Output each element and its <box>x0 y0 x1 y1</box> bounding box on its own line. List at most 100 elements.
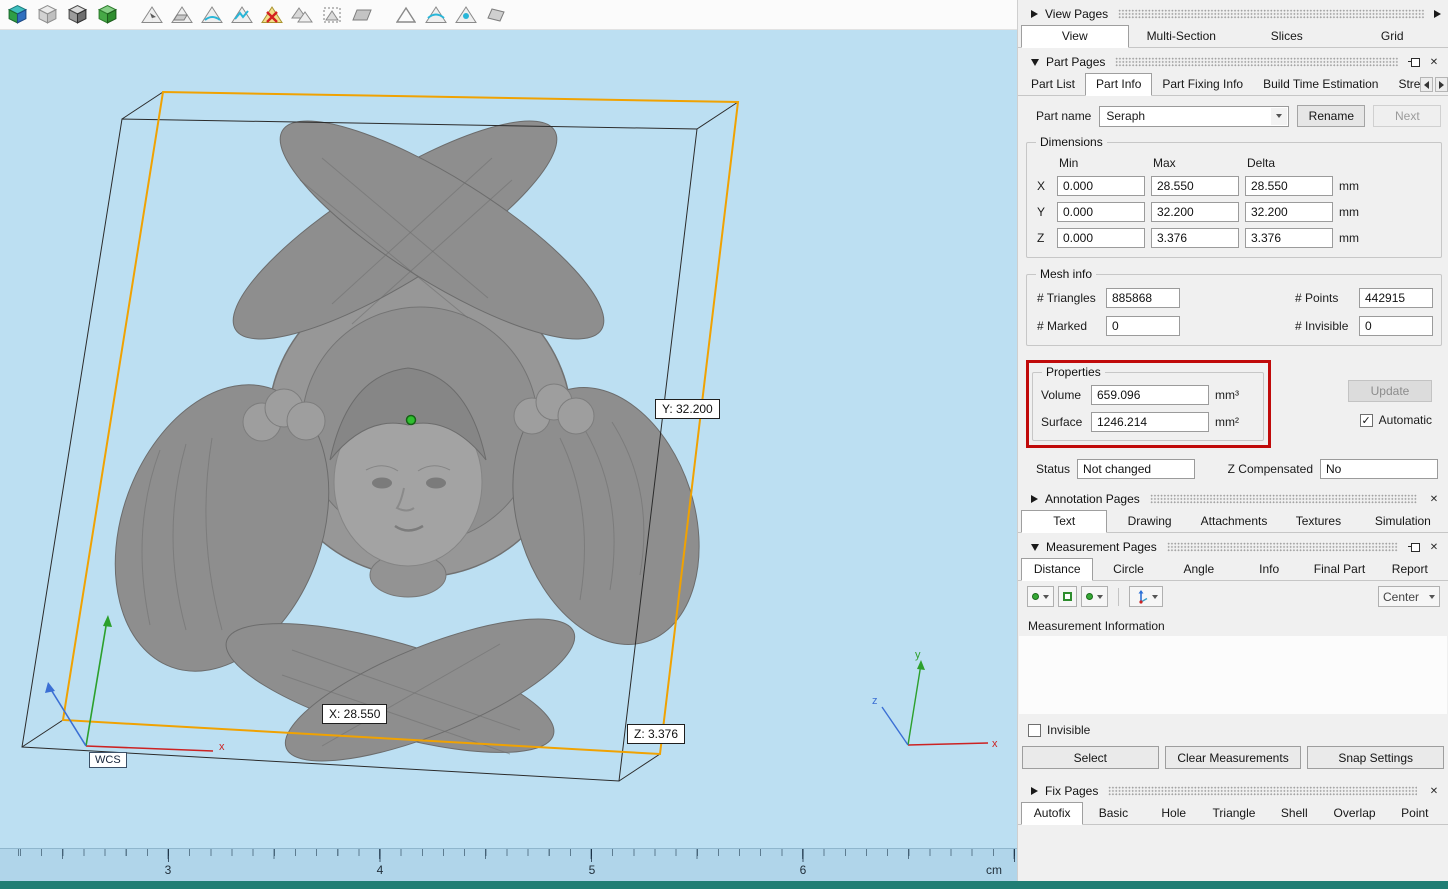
close-icon[interactable] <box>1427 55 1441 69</box>
tab-part-fixing-info[interactable]: Part Fixing Info <box>1152 74 1253 95</box>
second-point-dropdown[interactable] <box>1081 586 1108 607</box>
tab-attachments[interactable]: Attachments <box>1192 511 1276 532</box>
triangles-field[interactable] <box>1106 288 1180 308</box>
tab-grid[interactable]: Grid <box>1340 26 1446 47</box>
tab-slices[interactable]: Slices <box>1234 26 1340 47</box>
chevron-down-icon <box>1429 594 1435 599</box>
unmark-all-icon[interactable] <box>259 2 284 27</box>
part-name-combobox[interactable]: Seraph <box>1099 105 1290 127</box>
z-min-field[interactable] <box>1057 228 1145 248</box>
tab-scroll-left-icon[interactable] <box>1420 77 1434 92</box>
close-icon[interactable] <box>1427 540 1441 554</box>
marked-field[interactable] <box>1106 316 1180 336</box>
tab-report[interactable]: Report <box>1375 559 1445 580</box>
status-field[interactable] <box>1077 459 1196 479</box>
update-button[interactable]: Update <box>1348 380 1432 402</box>
annotation-pages-header[interactable]: Annotation Pages <box>1018 488 1448 510</box>
z-compensated-field[interactable] <box>1320 459 1438 479</box>
close-icon[interactable] <box>1427 784 1441 798</box>
invisible-field[interactable] <box>1359 316 1433 336</box>
snap-settings-button[interactable]: Snap Settings <box>1307 746 1445 769</box>
fix-pages-header[interactable]: Fix Pages <box>1018 780 1448 802</box>
tab-circle[interactable]: Circle <box>1093 559 1163 580</box>
tab-info[interactable]: Info <box>1234 559 1304 580</box>
invisible-checkbox[interactable] <box>1028 723 1041 737</box>
tab-shell[interactable]: Shell <box>1264 803 1324 824</box>
rename-button[interactable]: Rename <box>1297 105 1366 127</box>
plane-flag-icon[interactable] <box>483 2 508 27</box>
drag-grip[interactable] <box>1115 57 1398 67</box>
tab-textures[interactable]: Textures <box>1276 511 1360 532</box>
mark-surface-icon[interactable] <box>199 2 224 27</box>
tab-scroll-right-icon[interactable] <box>1435 77 1448 92</box>
cube-section-icon[interactable] <box>65 2 90 27</box>
tab-view[interactable]: View <box>1021 25 1129 48</box>
drag-grip[interactable] <box>1166 542 1398 552</box>
drag-grip[interactable] <box>1108 786 1417 796</box>
points-field[interactable] <box>1359 288 1433 308</box>
viewport-canvas[interactable]: x x y z <box>0 30 1017 848</box>
tab-stre[interactable]: Stre <box>1388 74 1420 95</box>
3d-viewport[interactable]: x x y z Y: 32.200 X: 28.550 Z: 3.376 WCS <box>0 30 1017 848</box>
volume-field[interactable] <box>1091 385 1209 405</box>
tab-basic[interactable]: Basic <box>1083 803 1143 824</box>
tab-angle[interactable]: Angle <box>1164 559 1234 580</box>
close-icon[interactable] <box>1427 492 1441 506</box>
plane-solid-icon[interactable] <box>349 2 374 27</box>
tab-part-list[interactable]: Part List <box>1021 74 1085 95</box>
tab-simulation[interactable]: Simulation <box>1361 511 1445 532</box>
y-delta-field[interactable] <box>1245 202 1333 222</box>
tab-point[interactable]: Point <box>1385 803 1445 824</box>
mark-plane-icon[interactable] <box>169 2 194 27</box>
tab-text[interactable]: Text <box>1021 510 1108 533</box>
tab-build-time-estimation[interactable]: Build Time Estimation <box>1253 74 1388 95</box>
new-triangle-icon[interactable] <box>393 2 418 27</box>
tab-hole[interactable]: Hole <box>1144 803 1204 824</box>
drag-grip[interactable] <box>1118 9 1424 19</box>
x-delta-field[interactable] <box>1245 176 1333 196</box>
combo-arrow-area[interactable] <box>1271 107 1288 125</box>
view-pages-header[interactable]: View Pages <box>1018 3 1448 25</box>
tab-triangle[interactable]: Triangle <box>1204 803 1264 824</box>
drag-grip[interactable] <box>1149 494 1417 504</box>
cube-solid-green-icon[interactable] <box>95 2 120 27</box>
y-max-field[interactable] <box>1151 202 1239 222</box>
mark-shell-icon[interactable] <box>289 2 314 27</box>
z-delta-field[interactable] <box>1245 228 1333 248</box>
tab-drawing[interactable]: Drawing <box>1107 511 1191 532</box>
measurement-pages-header[interactable]: Measurement Pages <box>1018 536 1448 558</box>
pin-icon[interactable] <box>1408 56 1420 68</box>
tab-autofix[interactable]: Autofix <box>1021 802 1084 825</box>
triangle-edge-icon[interactable] <box>423 2 448 27</box>
surface-field[interactable] <box>1091 412 1209 432</box>
axis-label-y: Y <box>1037 205 1046 219</box>
z-max-field[interactable] <box>1151 228 1239 248</box>
pin-icon[interactable] <box>1408 541 1420 553</box>
x-min-field[interactable] <box>1057 176 1145 196</box>
select-button[interactable]: Select <box>1022 746 1159 769</box>
x-max-field[interactable] <box>1151 176 1239 196</box>
clear-measurements-button[interactable]: Clear Measurements <box>1164 746 1302 769</box>
triangle-point-icon[interactable] <box>453 2 478 27</box>
mark-connected-icon[interactable] <box>229 2 254 27</box>
tab-multi-section[interactable]: Multi-Section <box>1129 26 1235 47</box>
measurement-point[interactable] <box>405 414 417 426</box>
tab-overlap[interactable]: Overlap <box>1324 803 1384 824</box>
axis-snap-dropdown[interactable] <box>1129 586 1163 607</box>
part-pages-header[interactable]: Part Pages <box>1018 51 1448 73</box>
view-cube-icon[interactable] <box>5 2 30 27</box>
cube-wire-icon[interactable] <box>35 2 60 27</box>
point-marker-toggle[interactable] <box>1058 586 1077 607</box>
point-mode-dropdown[interactable] <box>1027 586 1054 607</box>
panel-overflow-icon[interactable] <box>1434 10 1441 18</box>
automatic-checkbox[interactable] <box>1359 413 1373 427</box>
mark-window-icon[interactable] <box>319 2 344 27</box>
y-min-field[interactable] <box>1057 202 1145 222</box>
seraph-model[interactable] <box>77 86 730 789</box>
tab-distance[interactable]: Distance <box>1021 558 1094 581</box>
center-combobox[interactable]: Center <box>1378 586 1440 607</box>
next-button[interactable]: Next <box>1373 105 1442 127</box>
tab-final-part[interactable]: Final Part <box>1304 559 1374 580</box>
tab-part-info[interactable]: Part Info <box>1085 73 1153 96</box>
mark-triangle-icon[interactable] <box>139 2 164 27</box>
